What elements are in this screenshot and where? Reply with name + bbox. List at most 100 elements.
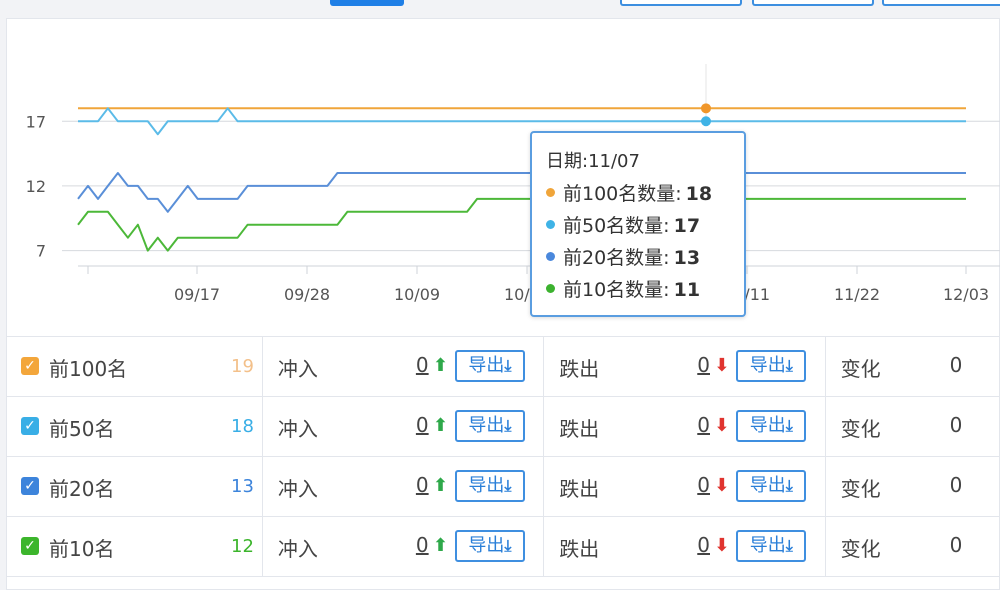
export-drop-out-button[interactable]: 导出⤓ (736, 530, 807, 562)
checkbox-icon[interactable]: ✓ (21, 537, 39, 555)
export-label: 导出 (468, 475, 505, 496)
hover-marker-top100 (701, 103, 711, 114)
export-rush-in-button[interactable]: 导出⤓ (454, 470, 525, 502)
change-label: 变化 (840, 417, 881, 441)
legend-dot-icon (546, 284, 555, 293)
change-value: 0 (949, 353, 963, 377)
drop-out-label: 跌出 (559, 357, 600, 381)
tooltip-row-top100: 前100名数量: 18 (546, 178, 744, 210)
rank-label: 前100名 (49, 357, 128, 381)
series-line-3 (77, 197, 966, 252)
ranking-row: ✓ 前10名 12 冲入 0 ⬆ 导出⤓ 跌出 0 ⬇ 导出⤓ 变化 0 (7, 516, 999, 577)
ranking-trend-chart: 71217 09/1709/2810/0910/2010/3111/1111/2… (26, 64, 1000, 304)
export-label: 导出 (749, 355, 786, 376)
export-label: 导出 (468, 535, 505, 556)
ranking-row: ✓ 前20名 13 冲入 0 ⬆ 导出⤓ 跌出 0 ⬇ 导出⤓ 变化 0 (7, 456, 999, 517)
drop-out-label: 跌出 (559, 477, 600, 501)
toolbar-strip (0, 0, 1000, 18)
change-label: 变化 (840, 357, 881, 381)
drop-out-label: 跌出 (559, 417, 600, 441)
x-tick-label: 10/09 (394, 285, 440, 304)
arrow-down-icon: ⬇ (714, 535, 730, 556)
rank-label: 前20名 (49, 477, 115, 501)
rank-count: 18 (231, 416, 254, 437)
change-value: 0 (949, 413, 963, 437)
download-icon: ⤓ (785, 536, 793, 555)
rush-in-count-link[interactable]: 0 (416, 413, 429, 437)
arrow-down-icon: ⬇ (714, 475, 730, 496)
ranking-row: ✓ 前50名 18 冲入 0 ⬆ 导出⤓ 跌出 0 ⬇ 导出⤓ 变化 0 (7, 396, 999, 457)
rush-in-label: 冲入 (277, 417, 318, 441)
arrow-up-icon: ⬆ (432, 355, 448, 376)
arrow-up-icon: ⬆ (432, 535, 448, 556)
rank-count: 12 (231, 536, 254, 557)
x-tick-label: 09/17 (174, 285, 220, 304)
series-line-2 (77, 172, 966, 213)
export-label: 导出 (468, 415, 505, 436)
rush-in-count-link[interactable]: 0 (416, 533, 429, 557)
rush-in-label: 冲入 (277, 537, 318, 561)
tooltip-label: 前100名数量: (563, 183, 682, 205)
tooltip-value: 11 (673, 279, 701, 301)
tooltip-date: 日期:11/07 (546, 151, 640, 172)
toolbar-button-2[interactable] (752, 0, 874, 6)
rank-label: 前50名 (49, 417, 115, 441)
export-label: 导出 (749, 475, 786, 496)
tooltip-label: 前50名数量: (563, 215, 670, 237)
export-drop-out-button[interactable]: 导出⤓ (736, 350, 807, 382)
checkbox-icon[interactable]: ✓ (21, 417, 39, 435)
drop-out-count-link[interactable]: 0 (697, 473, 710, 497)
chart-tooltip: 日期:11/07 前100名数量: 18 前50名数量: 17 前20名数量: 13 … (530, 131, 746, 317)
tooltip-row-top10: 前10名数量: 11 (546, 274, 744, 306)
export-label: 导出 (749, 535, 786, 556)
export-drop-out-button[interactable]: 导出⤓ (736, 410, 807, 442)
change-value: 0 (949, 473, 963, 497)
download-icon: ⤓ (785, 416, 793, 435)
download-icon: ⤓ (785, 356, 793, 375)
export-label: 导出 (749, 415, 786, 436)
y-tick-label: 17 (26, 112, 46, 131)
legend-dot-icon (546, 252, 555, 261)
export-drop-out-button[interactable]: 导出⤓ (736, 470, 807, 502)
tooltip-row-top50: 前50名数量: 17 (546, 210, 744, 242)
ranking-row: ✓ 前100名 19 冲入 0 ⬆ 导出⤓ 跌出 0 ⬇ 导出⤓ 变化 0 (7, 336, 999, 397)
rank-label: 前10名 (49, 537, 115, 561)
download-icon: ⤓ (504, 416, 512, 435)
y-tick-label: 7 (36, 242, 46, 261)
tooltip-label: 前20名数量: (563, 247, 670, 269)
toolbar-button-1[interactable] (620, 0, 742, 6)
y-tick-label: 12 (26, 177, 46, 196)
change-label: 变化 (840, 477, 881, 501)
tooltip-value: 13 (673, 247, 701, 269)
toolbar-primary-button[interactable] (330, 0, 404, 6)
arrow-up-icon: ⬆ (432, 475, 448, 496)
legend-dot-icon (546, 188, 555, 197)
export-rush-in-button[interactable]: 导出⤓ (454, 350, 525, 382)
rush-in-label: 冲入 (277, 357, 318, 381)
x-tick-label: 12/03 (943, 285, 989, 304)
arrow-up-icon: ⬆ (432, 415, 448, 436)
change-value: 0 (949, 533, 963, 557)
x-tick-label: 11/22 (834, 285, 880, 304)
rush-in-count-link[interactable]: 0 (416, 353, 429, 377)
drop-out-count-link[interactable]: 0 (697, 353, 710, 377)
checkbox-icon[interactable]: ✓ (21, 357, 39, 375)
toolbar-button-3[interactable] (882, 0, 1000, 6)
drop-out-count-link[interactable]: 0 (697, 413, 710, 437)
export-rush-in-button[interactable]: 导出⤓ (454, 530, 525, 562)
series-line-1 (78, 107, 966, 136)
rush-in-count-link[interactable]: 0 (416, 473, 429, 497)
export-label: 导出 (468, 355, 505, 376)
change-label: 变化 (840, 537, 881, 561)
tooltip-label: 前10名数量: (563, 279, 670, 301)
checkbox-icon[interactable]: ✓ (21, 477, 39, 495)
arrow-down-icon: ⬇ (714, 355, 730, 376)
tooltip-row-top20: 前20名数量: 13 (546, 242, 744, 274)
tooltip-value: 18 (685, 183, 713, 205)
drop-out-count-link[interactable]: 0 (697, 533, 710, 557)
export-rush-in-button[interactable]: 导出⤓ (454, 410, 525, 442)
rush-in-label: 冲入 (277, 477, 318, 501)
legend-dot-icon (546, 220, 555, 229)
arrow-down-icon: ⬇ (714, 415, 730, 436)
tooltip-value: 17 (673, 215, 701, 237)
